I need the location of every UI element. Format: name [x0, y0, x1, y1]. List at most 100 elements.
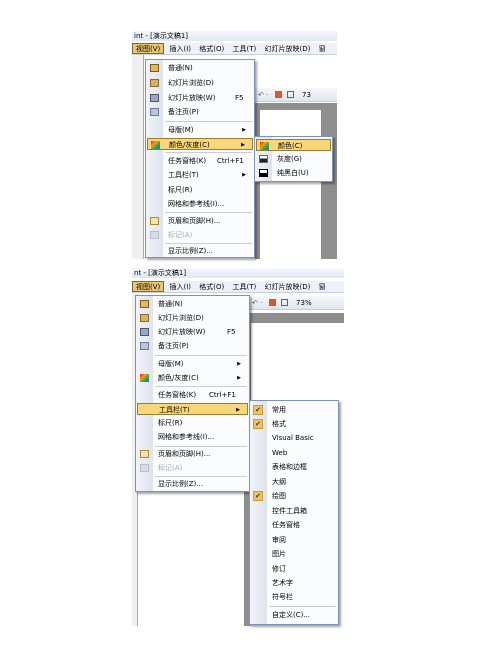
- toolbar-item-label: 修订: [272, 565, 286, 573]
- menu-format[interactable]: 格式(O): [196, 281, 227, 293]
- menu-item-header-footer[interactable]: 页眉和页脚(H)...: [137, 448, 248, 460]
- zoom-value[interactable]: 73: [302, 91, 311, 99]
- toolbar-item-label: 大纲: [272, 478, 286, 486]
- grayscale-icon: [259, 155, 268, 163]
- menu-item-markup: 标记(A): [137, 462, 248, 474]
- toolbar-item-label: 格式: [272, 420, 286, 428]
- toolbar-item-2[interactable]: Visual Basic: [251, 432, 337, 444]
- normal-view-icon: [140, 300, 149, 308]
- undo-icon[interactable]: ↶ ·: [258, 91, 268, 99]
- toolbar-item-8[interactable]: 任务窗格: [251, 519, 337, 531]
- menu-item-task-pane[interactable]: 任务窗格(K) Ctrl+F1: [147, 155, 253, 167]
- chart-icon[interactable]: [268, 299, 276, 306]
- menu-item-grid-guides[interactable]: 网格和参考线(I)...: [137, 431, 248, 443]
- slideshow-icon: [150, 94, 159, 102]
- toolbar-item-label: Web: [272, 449, 288, 457]
- menu-item-pure-black-white[interactable]: 纯黑白(U): [256, 167, 331, 179]
- menu-item-color[interactable]: 颜色(C): [256, 139, 331, 151]
- menu-window[interactable]: 窗: [316, 281, 329, 293]
- toolbar-item-1[interactable]: ✔ 格式: [251, 418, 337, 430]
- menu-item-notes[interactable]: 备注页(P): [137, 340, 248, 352]
- toolbar-item-12[interactable]: 艺术字: [251, 577, 337, 589]
- menu-item-markup: 标记(A): [147, 229, 253, 241]
- markup-icon: [150, 231, 159, 239]
- view-menu: 普通(N) 幻灯片浏览(D) 幻灯片放映(W) F5 备注页(P) 母版(M) …: [145, 59, 255, 258]
- menu-item-sorter[interactable]: 幻灯片浏览(D): [147, 77, 253, 89]
- toolbars-submenu: ✔ 常用 ✔ 格式 Visual Basic Web 表格和边框 大纲 ✔ 绘图 控件工具箱 任务窗格…: [249, 400, 339, 625]
- toolbar-item-label: 表格和边框: [272, 463, 307, 471]
- zoom-value[interactable]: 73%: [296, 299, 312, 307]
- menu-insert[interactable]: 插入(I): [167, 43, 195, 55]
- slideshow-icon: [140, 328, 149, 336]
- menu-item-slideshow[interactable]: 幻灯片放映(W) F5: [137, 326, 248, 338]
- menu-item-ruler[interactable]: 标尺(R): [147, 184, 253, 196]
- menu-format[interactable]: 格式(O): [196, 43, 227, 55]
- toolbar-item-label: 控件工具箱: [272, 507, 307, 515]
- toolbar-item-4[interactable]: 表格和边框: [251, 461, 337, 473]
- menu-item-zoom[interactable]: 显示比例(Z)...: [147, 245, 253, 257]
- toolbar-item-0[interactable]: ✔ 常用: [251, 404, 337, 416]
- menu-item-master[interactable]: 母版(M) ▶: [137, 358, 248, 370]
- toolbar-item-7[interactable]: 控件工具箱: [251, 505, 337, 517]
- window-title: int - [演示文稿1]: [132, 31, 337, 41]
- slide-sorter-icon: [140, 314, 149, 322]
- menu-item-ruler[interactable]: 标尺(R): [137, 417, 248, 429]
- menu-item-color-grayscale[interactable]: 颜色/灰度(C) ▶: [137, 372, 248, 384]
- toolbar-item-10[interactable]: 图片: [251, 548, 337, 560]
- toolbar-item-9[interactable]: 审阅: [251, 534, 337, 546]
- color-grayscale-icon: [140, 374, 149, 382]
- toolbar-item-11[interactable]: 修订: [251, 563, 337, 575]
- menu-bar: 视图(V) 插入(I) 格式(O) 工具(T) 幻灯片放映(D) 窗: [132, 281, 344, 293]
- menu-view[interactable]: 视图(V): [132, 43, 165, 54]
- notes-page-icon: [150, 108, 159, 116]
- toolbar-item-6[interactable]: ✔ 绘图: [251, 490, 337, 502]
- toolbar-item-5[interactable]: 大纲: [251, 476, 337, 488]
- toolbar-item-label: 审阅: [272, 536, 286, 544]
- menu-item-notes[interactable]: 备注页(P): [147, 106, 253, 118]
- toolbar-item-label: 绘图: [272, 492, 286, 500]
- menu-item-sorter[interactable]: 幻灯片浏览(D): [137, 312, 248, 324]
- menu-slideshow[interactable]: 幻灯片放映(D): [261, 43, 313, 55]
- toolbar-item-13[interactable]: 符号栏: [251, 591, 337, 603]
- menu-item-toolbars[interactable]: 工具栏(T) ▶: [147, 169, 253, 181]
- menu-item-header-footer[interactable]: 页眉和页脚(H)...: [147, 215, 253, 227]
- menu-item-task-pane[interactable]: 任务窗格(K) Ctrl+F1: [137, 389, 248, 401]
- menu-insert[interactable]: 插入(I): [167, 281, 195, 293]
- menu-tools[interactable]: 工具(T): [229, 43, 259, 55]
- notes-page-icon: [140, 342, 149, 350]
- undo-icon[interactable]: ↶ ·: [252, 299, 262, 307]
- black-white-icon: [259, 169, 268, 177]
- menu-item-color-grayscale[interactable]: 颜色/灰度(C) ▶: [147, 138, 253, 150]
- menu-view[interactable]: 视图(V): [132, 281, 165, 292]
- menu-item-grayscale[interactable]: 灰度(G): [256, 153, 331, 165]
- toolbar-item-3[interactable]: Web: [251, 447, 337, 459]
- menu-window[interactable]: 窗: [316, 43, 329, 55]
- normal-view-icon: [150, 64, 159, 72]
- menu-item-slideshow[interactable]: 幻灯片放映(W) F5: [147, 92, 253, 104]
- menu-item-grid-guides[interactable]: 网格和参考线(I)...: [147, 198, 253, 210]
- slide-sorter-icon: [150, 79, 159, 87]
- color-grayscale-submenu: 颜色(C) 灰度(G) 纯黑白(U): [254, 136, 333, 182]
- toolbar-item-label: 符号栏: [272, 593, 293, 601]
- submenu-arrow-icon: ▶: [242, 127, 246, 133]
- menu-tools[interactable]: 工具(T): [229, 281, 259, 293]
- menu-item-normal[interactable]: 普通(N): [137, 298, 248, 310]
- submenu-arrow-icon: ▶: [237, 375, 241, 381]
- checkmark-icon: ✔: [253, 419, 263, 429]
- chart-icon[interactable]: [274, 91, 282, 98]
- toolbar-item-label: Visual Basic: [272, 434, 314, 442]
- menu-item-normal[interactable]: 普通(N): [147, 62, 253, 74]
- table-icon[interactable]: [286, 91, 294, 98]
- menu-item-master[interactable]: 母版(M) ▶: [147, 124, 253, 136]
- menu-slideshow[interactable]: 幻灯片放映(D): [261, 281, 313, 293]
- menu-item-toolbars[interactable]: 工具栏(T) ▶: [137, 403, 248, 415]
- submenu-arrow-icon: ▶: [236, 407, 240, 413]
- toolbar-item-14[interactable]: 自定义(C)...: [251, 609, 337, 621]
- toolbar-item-label: 常用: [272, 406, 286, 414]
- view-menu: 普通(N) 幻灯片浏览(D) 幻灯片放映(W) F5 备注页(P) 母版(M) …: [135, 295, 250, 492]
- toolbar-item-label: 艺术字: [272, 579, 293, 587]
- menu-item-zoom[interactable]: 显示比例(Z)...: [137, 478, 248, 490]
- slide-canvas: [260, 110, 321, 259]
- slide-thumbnail-pane: [132, 55, 144, 259]
- table-icon[interactable]: [280, 299, 288, 306]
